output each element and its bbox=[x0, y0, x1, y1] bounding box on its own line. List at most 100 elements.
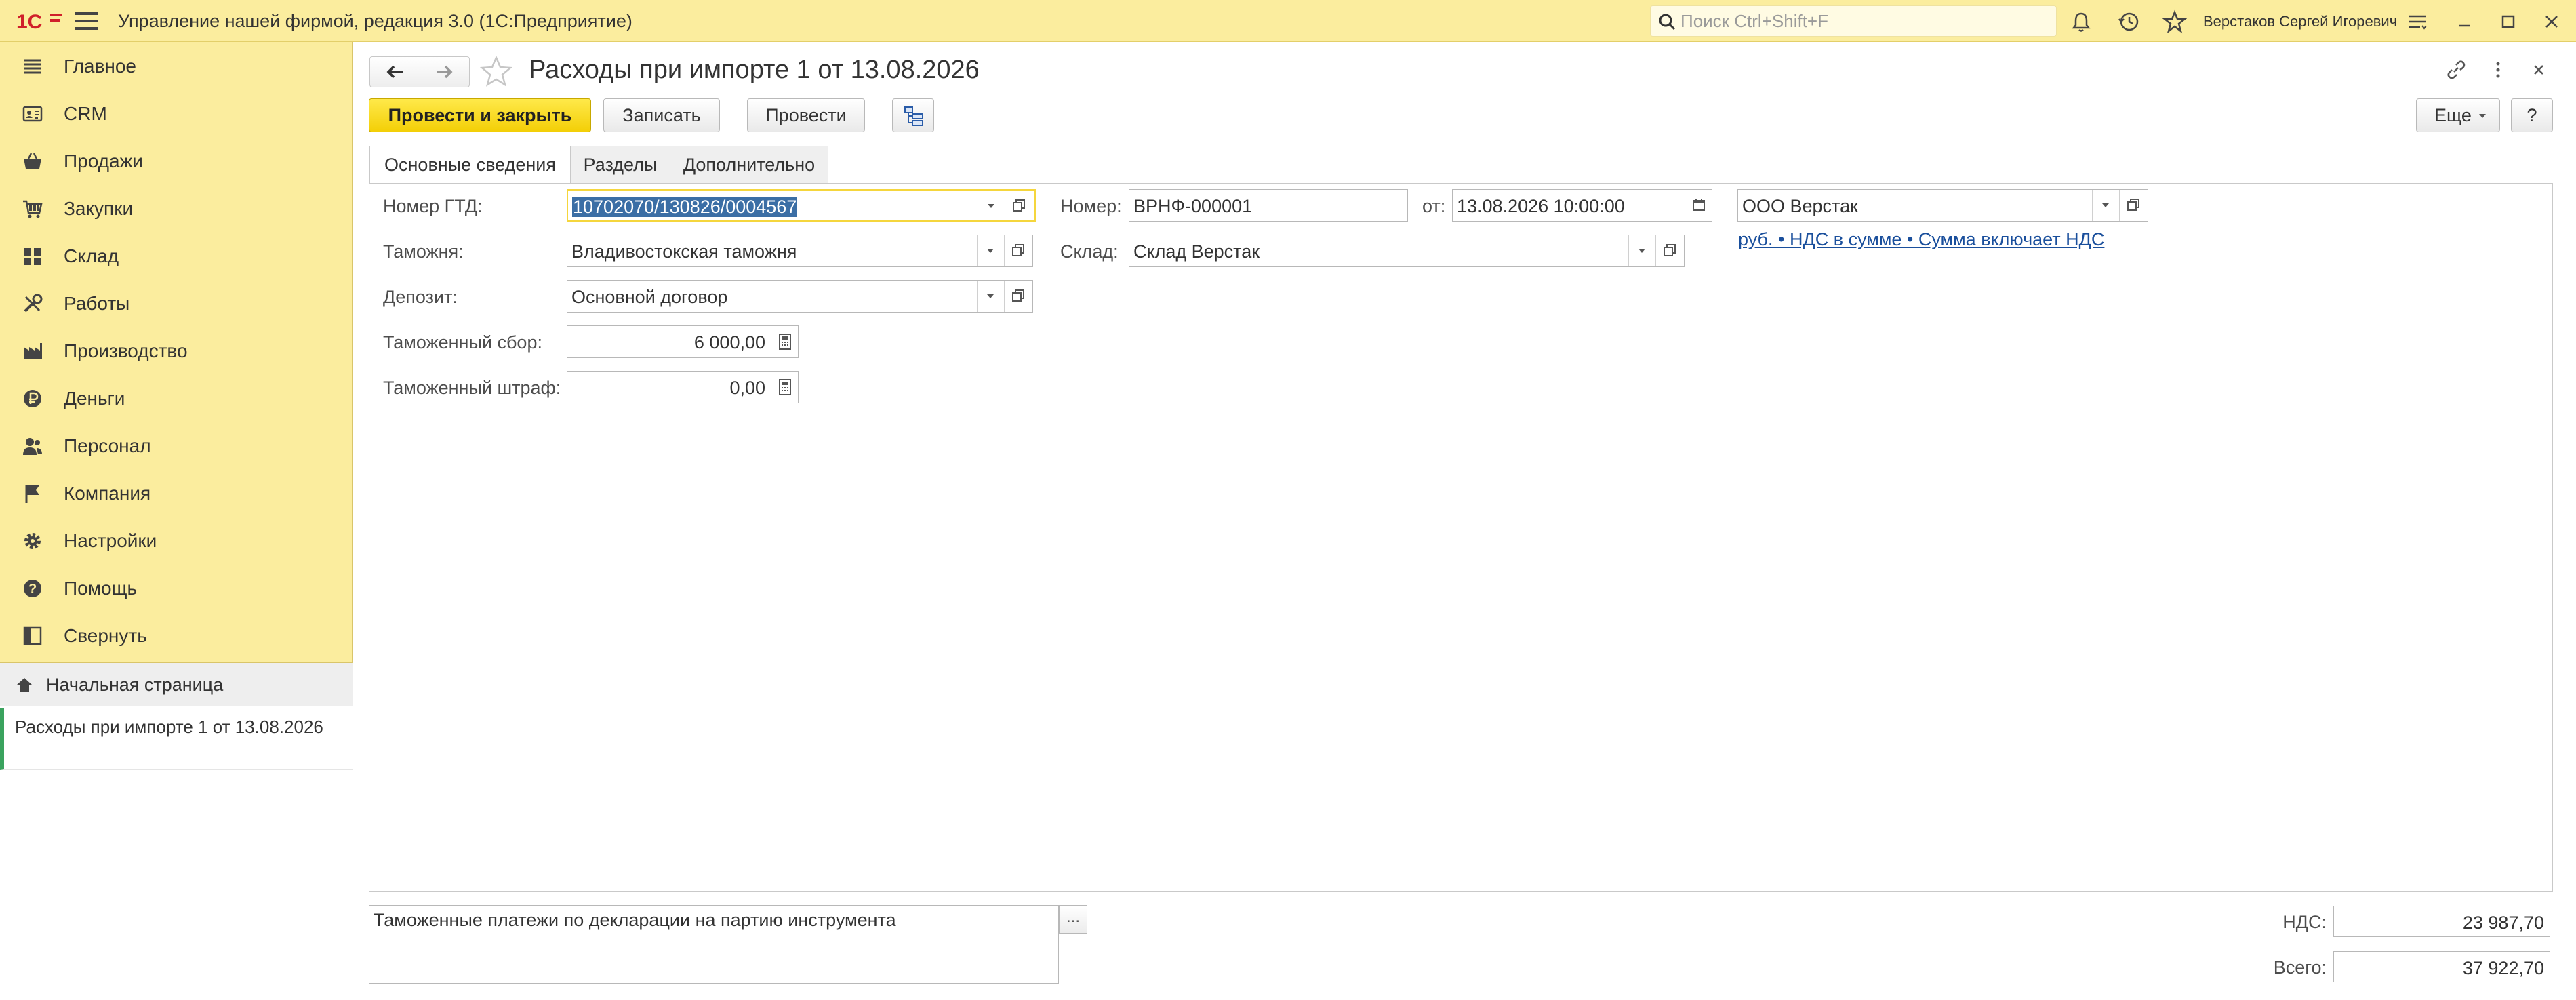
doc-date-field[interactable]: 13.08.2026 10:00:00 bbox=[1452, 189, 1712, 222]
help-button[interactable]: ? bbox=[2511, 98, 2553, 132]
main-menu-icon[interactable] bbox=[75, 12, 98, 30]
dropdown-arrow-icon[interactable] bbox=[1628, 235, 1654, 266]
app-title: Управление нашей фирмой, редакция 3.0 (1… bbox=[118, 11, 632, 31]
customs-fee-field[interactable]: 6 000,00 bbox=[567, 325, 799, 358]
sidebar-item-production[interactable]: Производство bbox=[0, 327, 353, 374]
sidebar-item-collapse[interactable]: Свернуть bbox=[0, 612, 353, 659]
doc-date-value: 13.08.2026 10:00:00 bbox=[1457, 196, 1625, 216]
sidebar-item-company[interactable]: Компания bbox=[0, 469, 353, 517]
history-icon[interactable] bbox=[2116, 9, 2141, 34]
sidebar-item-label: Склад bbox=[64, 245, 119, 266]
doc-number-field[interactable]: ВРНФ-000001 bbox=[1129, 189, 1408, 222]
tab-sections[interactable]: Разделы bbox=[570, 146, 670, 184]
open-icon[interactable] bbox=[1655, 235, 1683, 266]
1c-logo-icon: 1С bbox=[16, 11, 62, 33]
company-field[interactable]: ООО Верстак bbox=[1737, 189, 2148, 222]
factory-icon bbox=[24, 343, 42, 359]
grand-total-label: Всего: bbox=[2273, 957, 2327, 978]
customs-fine-value: 0,00 bbox=[729, 378, 765, 398]
calendar-icon[interactable] bbox=[1685, 190, 1712, 221]
deposit-label: Депозит: bbox=[383, 287, 458, 307]
more-vertical-icon[interactable] bbox=[2487, 58, 2510, 81]
deposit-value: Основной договор bbox=[571, 287, 728, 307]
gear-icon bbox=[24, 533, 41, 549]
sidebar-item-purchases[interactable]: Закупки bbox=[0, 184, 353, 232]
save-button[interactable]: Записать bbox=[603, 98, 720, 132]
sidebar-item-label: Компания bbox=[64, 483, 151, 504]
sidebar-item-staff[interactable]: Персонал bbox=[0, 422, 353, 469]
favorite-star-icon[interactable] bbox=[480, 56, 512, 87]
global-search[interactable] bbox=[1650, 5, 2057, 37]
dropdown-arrow-icon[interactable] bbox=[2092, 190, 2118, 221]
comment-value: Таможенные платежи по декларации на парт… bbox=[374, 910, 896, 930]
sidebar-item-sales[interactable]: Продажи bbox=[0, 137, 353, 184]
customs-value: Владивостокская таможня bbox=[571, 241, 797, 262]
more-actions-button[interactable]: Еще bbox=[2416, 98, 2500, 132]
sidebar-item-label: Продажи bbox=[64, 151, 143, 172]
ruble-coin-icon bbox=[24, 390, 41, 407]
sidebar-item-settings[interactable]: Настройки bbox=[0, 517, 353, 564]
tab-additional[interactable]: Дополнительно bbox=[670, 146, 828, 184]
favorites-star-icon[interactable] bbox=[2162, 9, 2187, 34]
sidebar-item-label: Персонал bbox=[64, 435, 151, 456]
warehouse-field[interactable]: Склад Верстак bbox=[1129, 235, 1685, 267]
calculator-icon[interactable] bbox=[771, 372, 798, 403]
home-icon bbox=[17, 678, 32, 692]
chevron-down-icon bbox=[2479, 114, 2486, 118]
grand-total-field: 37 922,70 bbox=[2333, 951, 2550, 982]
close-form-icon[interactable] bbox=[2527, 58, 2550, 81]
warehouse-grid-icon bbox=[24, 248, 41, 265]
close-window-icon[interactable] bbox=[2539, 9, 2564, 34]
sidebar-item-label: Настройки bbox=[64, 530, 157, 551]
comment-edit-button[interactable]: ... bbox=[1059, 905, 1087, 934]
basket-icon bbox=[24, 153, 41, 169]
forward-arrow-icon[interactable] bbox=[434, 62, 454, 81]
sidebar-item-label: Главное bbox=[64, 56, 136, 77]
back-arrow-icon[interactable] bbox=[385, 62, 405, 81]
sidebar-item-main[interactable]: Главное bbox=[0, 42, 353, 89]
customs-label: Таможня: bbox=[383, 241, 464, 262]
svg-text:?: ? bbox=[28, 582, 37, 597]
calculator-icon[interactable] bbox=[771, 326, 798, 357]
tax-settings-link[interactable]: руб. • НДС в сумме • Сумма включает НДС bbox=[1738, 229, 2104, 250]
history-nav bbox=[369, 56, 470, 87]
open-icon[interactable] bbox=[1004, 235, 1031, 266]
sidebar-item-warehouse[interactable]: Склад bbox=[0, 232, 353, 279]
link-icon[interactable] bbox=[2444, 58, 2468, 81]
settings-menu-icon[interactable] bbox=[2405, 9, 2430, 34]
bell-icon[interactable] bbox=[2069, 9, 2093, 34]
open-window-tab[interactable]: Расходы при импорте 1 от 13.08.2026 bbox=[0, 708, 353, 770]
tab-main-info[interactable]: Основные сведения bbox=[369, 146, 571, 184]
company-value: ООО Верстак bbox=[1742, 196, 1858, 216]
home-page-link[interactable]: Начальная страница bbox=[0, 663, 353, 706]
svg-text:1С: 1С bbox=[16, 11, 42, 33]
dropdown-arrow-icon[interactable] bbox=[977, 281, 1003, 312]
sidebar-item-works[interactable]: Работы bbox=[0, 279, 353, 327]
sidebar-item-label: Деньги bbox=[64, 388, 125, 409]
comment-field[interactable]: Таможенные платежи по декларации на парт… bbox=[369, 905, 1059, 984]
customs-fine-field[interactable]: 0,00 bbox=[567, 371, 799, 403]
open-icon[interactable] bbox=[1005, 191, 1032, 222]
sections-panel: Главное CRM Продажи Закупки Склад Работы… bbox=[0, 42, 353, 1000]
gtd-number-field[interactable]: 10702070/130826/0004567 bbox=[567, 189, 1036, 222]
deposit-field[interactable]: Основной договор bbox=[567, 280, 1033, 313]
search-input[interactable] bbox=[1681, 10, 2047, 32]
minimize-icon[interactable] bbox=[2453, 9, 2477, 34]
sidebar-item-help[interactable]: ? Помощь bbox=[0, 564, 353, 612]
tools-icon bbox=[24, 294, 43, 313]
post-button[interactable]: Провести bbox=[747, 98, 865, 132]
grand-total-value: 37 922,70 bbox=[2462, 958, 2544, 978]
structure-button[interactable] bbox=[892, 98, 934, 132]
post-and-close-button[interactable]: Провести и закрыть bbox=[369, 98, 591, 132]
gtd-number-label: Номер ГТД: bbox=[383, 196, 483, 216]
maximize-icon[interactable] bbox=[2496, 9, 2520, 34]
current-user[interactable]: Верстаков Сергей Игоревич bbox=[2203, 13, 2397, 31]
customs-field[interactable]: Владивостокская таможня bbox=[567, 235, 1033, 267]
sidebar-item-crm[interactable]: CRM bbox=[0, 89, 353, 137]
dropdown-arrow-icon[interactable] bbox=[977, 235, 1003, 266]
sidebar-item-money[interactable]: Деньги bbox=[0, 374, 353, 422]
open-icon[interactable] bbox=[2119, 190, 2146, 221]
open-icon[interactable] bbox=[1004, 281, 1031, 312]
dropdown-arrow-icon[interactable] bbox=[978, 191, 1003, 222]
customs-fine-label: Таможенный штраф: bbox=[383, 378, 561, 398]
